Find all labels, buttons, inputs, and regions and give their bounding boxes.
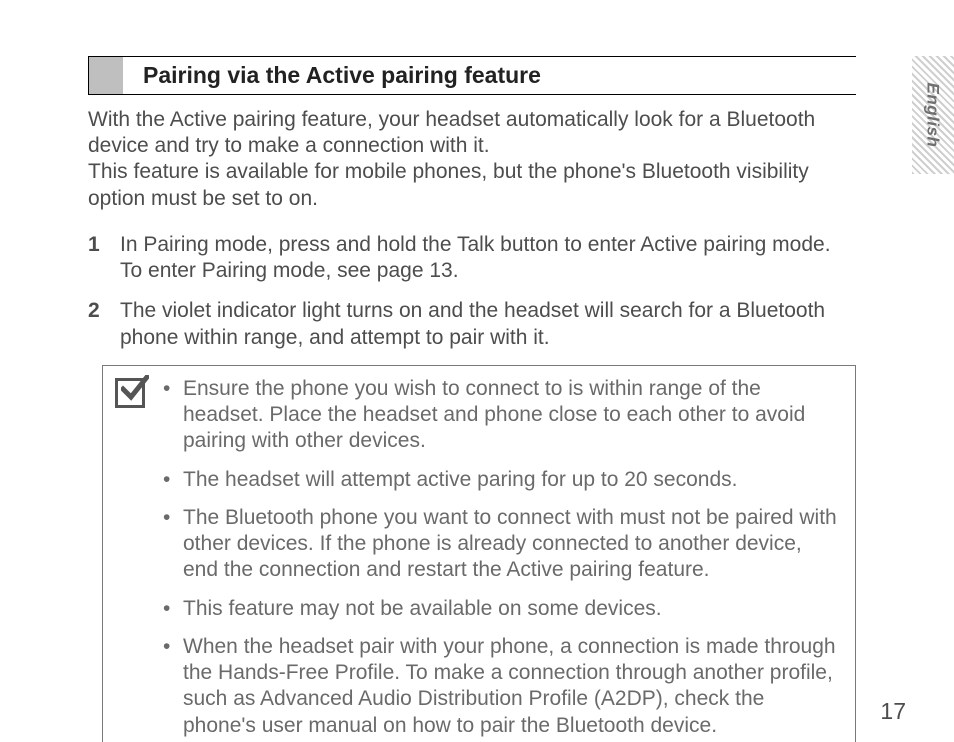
checkmark-container bbox=[115, 376, 159, 739]
note-item: Ensure the phone you wish to connect to … bbox=[159, 376, 841, 455]
checkmark-box-icon bbox=[115, 378, 145, 408]
note-item: The Bluetooth phone you want to connect … bbox=[159, 505, 841, 584]
note-list: Ensure the phone you wish to connect to … bbox=[159, 376, 841, 739]
step-number: 1 bbox=[88, 232, 120, 285]
note-item: This feature may not be available on som… bbox=[159, 596, 841, 622]
step-text: In Pairing mode, press and hold the Talk… bbox=[120, 232, 846, 285]
step-item: 2 The violet indicator light turns on an… bbox=[88, 298, 846, 351]
checkmark-icon bbox=[121, 375, 149, 403]
note-item: When the headset pair with your phone, a… bbox=[159, 634, 841, 739]
language-label: English bbox=[922, 83, 943, 148]
intro-line-1: With the Active pairing feature, your he… bbox=[88, 107, 846, 160]
intro-text: With the Active pairing feature, your he… bbox=[88, 107, 846, 212]
numbered-steps: 1 In Pairing mode, press and hold the Ta… bbox=[88, 232, 846, 351]
note-item: The headset will attempt active paring f… bbox=[159, 467, 841, 493]
note-inner: Ensure the phone you wish to connect to … bbox=[115, 376, 841, 739]
manual-page: English Pairing via the Active pairing f… bbox=[0, 0, 954, 742]
language-tab: English bbox=[912, 56, 954, 174]
heading-accent-block bbox=[89, 57, 123, 94]
section-heading-row: Pairing via the Active pairing feature bbox=[88, 56, 856, 95]
page-number: 17 bbox=[880, 697, 906, 726]
note-box: Ensure the phone you wish to connect to … bbox=[102, 365, 856, 742]
step-item: 1 In Pairing mode, press and hold the Ta… bbox=[88, 232, 846, 285]
step-number: 2 bbox=[88, 298, 120, 351]
intro-line-2: This feature is available for mobile pho… bbox=[88, 159, 846, 212]
section-heading: Pairing via the Active pairing feature bbox=[123, 57, 856, 94]
step-text: The violet indicator light turns on and … bbox=[120, 298, 846, 351]
